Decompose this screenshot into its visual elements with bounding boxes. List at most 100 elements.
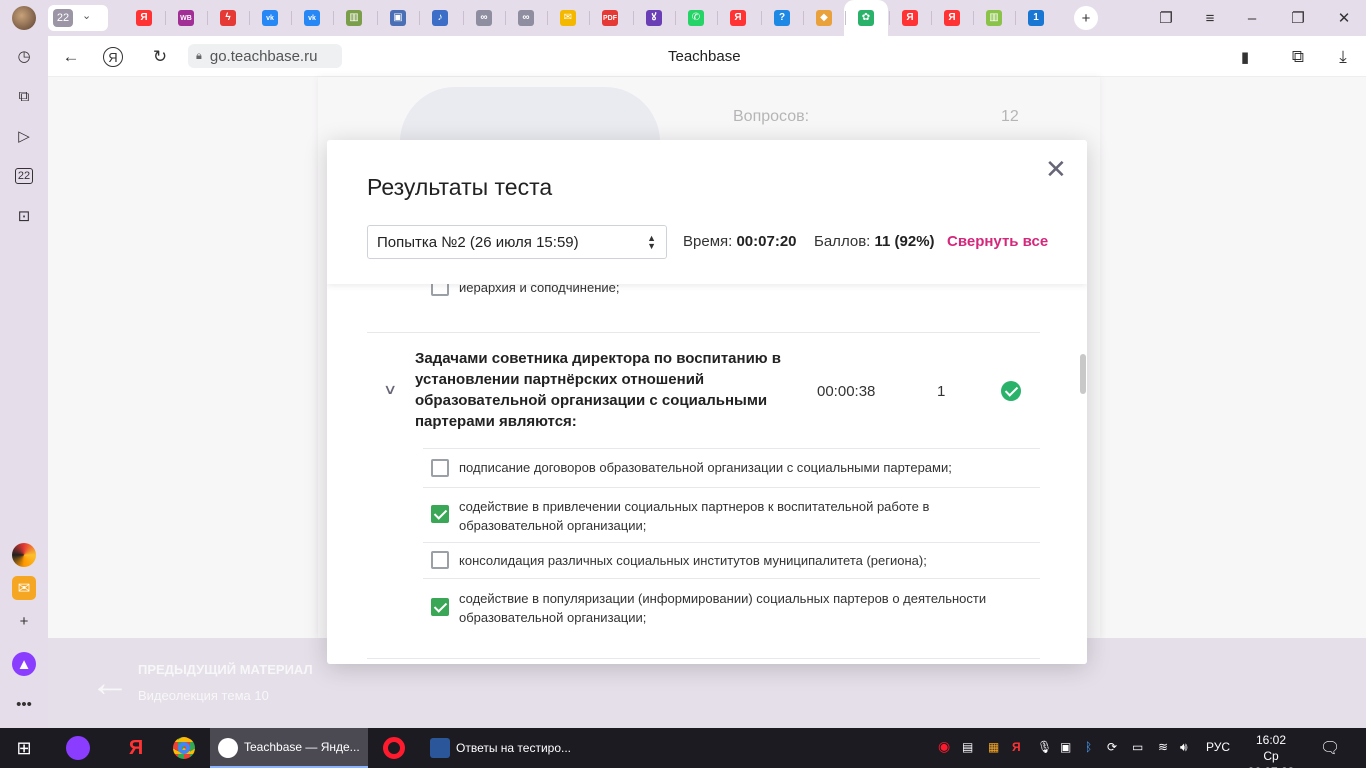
collections-icon: ⧉ <box>18 87 30 105</box>
browser-tab[interactable]: Я <box>130 4 158 32</box>
start-button[interactable]: ⊞ <box>12 728 36 768</box>
app-tray-icon[interactable]: ▦ <box>988 740 999 754</box>
collections-button[interactable]: ⧉ <box>12 84 36 108</box>
yandex-tray-icon[interactable]: Я <box>1012 740 1021 754</box>
bluetooth-icon[interactable]: ᛒ <box>1085 740 1092 754</box>
yandex-icon: Я <box>730 10 746 26</box>
browser-tab[interactable]: Я <box>724 4 752 32</box>
attempt-select[interactable]: Попытка №2 (26 июля 15:59) ▲ ▼ <box>367 225 667 259</box>
profile-avatar[interactable] <box>12 6 36 30</box>
teachbase-icon: ✿ <box>858 10 874 26</box>
screenshot-button[interactable]: ⊡ <box>12 204 36 228</box>
browser-tab[interactable]: ? <box>768 4 796 32</box>
more-button[interactable]: ••• <box>12 692 36 716</box>
browser-tab[interactable]: ◆ <box>810 4 838 32</box>
alice-taskbar-button[interactable] <box>64 728 92 768</box>
browser-tab[interactable]: ∞ <box>512 4 540 32</box>
scrollbar-thumb[interactable] <box>1080 354 1086 394</box>
browser-tab[interactable]: ✆ <box>682 4 710 32</box>
browser-tab[interactable]: ▥ <box>980 4 1008 32</box>
question-text: Задачами советника директора по воспитан… <box>415 350 781 430</box>
browser-tab[interactable]: ✉ <box>554 4 582 32</box>
clock[interactable]: 16:02 Ср 26.07.23 <box>1240 732 1302 768</box>
task-label: Teachbase — Янде... <box>244 740 360 754</box>
chrome-taskbar-button[interactable] <box>170 728 198 768</box>
browser-sidebar: ◷ ⧉ ▷ 22 ⊡ ✉ + ▲ ••• <box>0 36 48 728</box>
volume-icon[interactable]: 🔊︎ <box>1180 740 1188 755</box>
tab-group[interactable]: 22 ⌄ <box>48 5 108 31</box>
more-icon: ••• <box>16 695 32 713</box>
mail-sidebar-button[interactable]: ✉ <box>12 576 36 600</box>
browser-tab[interactable]: PDF <box>596 4 624 32</box>
yandex-home-button[interactable]: Я <box>103 47 123 67</box>
network-device-icon[interactable]: ▣ <box>1060 740 1071 754</box>
collapse-all-link[interactable]: Свернуть все <box>947 233 1048 250</box>
tab-list-button[interactable]: ❐ <box>1154 6 1178 30</box>
opera-icon <box>383 737 405 759</box>
microphone-icon[interactable]: 🎙︎ <box>1037 740 1052 754</box>
browser-tab[interactable]: ▥ <box>340 4 368 32</box>
divider <box>367 658 1040 659</box>
browser-tab[interactable]: ꙋ <box>640 4 668 32</box>
score-value: 11 (92%) <box>874 233 935 250</box>
downloads-button[interactable]: ⤓ <box>1330 44 1356 70</box>
tab-group-sidebar-button[interactable]: 22 <box>12 164 36 188</box>
add-sidebar-button[interactable]: + <box>12 609 36 633</box>
bookmark-button[interactable]: ▮ <box>1232 44 1258 70</box>
browser-tab[interactable]: vk <box>256 4 284 32</box>
close-modal-button[interactable]: ✕ <box>1045 156 1067 182</box>
modal-scrollbar[interactable] <box>1079 284 1087 664</box>
menu-button[interactable]: ≡ <box>1198 6 1222 30</box>
close-window-button[interactable]: ✕ <box>1332 6 1356 30</box>
save-icon: ▣ <box>390 10 406 26</box>
alice-button[interactable]: ▲ <box>12 652 36 676</box>
opera-taskbar-button[interactable] <box>380 728 408 768</box>
browser-tab[interactable]: ϟ <box>214 4 242 32</box>
reload-button[interactable]: ↻ <box>147 44 173 70</box>
word-icon <box>430 738 450 758</box>
back-button[interactable]: ← <box>58 44 84 70</box>
browser-tab[interactable]: WB <box>172 4 200 32</box>
browser-tab[interactable]: ✿ <box>844 0 888 36</box>
browser-tab[interactable]: 1 <box>1022 4 1050 32</box>
wifi-icon[interactable]: ≋ <box>1158 740 1168 754</box>
browser-tab[interactable]: ∞ <box>470 4 498 32</box>
yandex-taskbar-button[interactable]: Я <box>122 728 150 768</box>
video-button[interactable]: ▷ <box>12 124 36 148</box>
history-button[interactable]: ◷ <box>12 44 36 68</box>
time-label: Время: <box>683 233 733 250</box>
chevron-down-icon[interactable]: ∨ <box>383 381 397 398</box>
restore-button[interactable]: ❐ <box>1286 6 1310 30</box>
score-label: Баллов: <box>814 233 871 250</box>
fire-icon: ϟ <box>220 10 236 26</box>
yandex-icon: Я <box>136 10 152 26</box>
tab-separator <box>761 11 762 25</box>
app-tray-icon[interactable]: ▤ <box>962 740 973 754</box>
tab-separator <box>249 11 250 25</box>
notifications-icon[interactable]: 🗨︎ <box>1320 738 1340 758</box>
extensions-button[interactable]: ⧉ <box>1285 44 1311 70</box>
taskbar-task-browser[interactable]: Teachbase — Янде... <box>210 728 368 768</box>
arrow-left-icon: ← <box>62 47 80 66</box>
minimize-button[interactable]: – <box>1240 6 1264 30</box>
taskbar-task-word[interactable]: Ответы на тестиро... <box>422 728 578 768</box>
address-field[interactable]: 🔒︎ go.teachbase.ru <box>188 44 342 68</box>
app-sidebar-1[interactable] <box>12 543 36 567</box>
new-tab-button[interactable]: + <box>1074 6 1098 30</box>
browser-tab[interactable]: ♪ <box>426 4 454 32</box>
language-indicator[interactable]: РУС <box>1206 740 1230 754</box>
browser-tab[interactable]: Я <box>938 4 966 32</box>
display-icon[interactable]: ▭ <box>1132 740 1143 754</box>
alice-icon <box>66 736 90 760</box>
opera-tray-icon[interactable]: ◉ <box>938 738 950 755</box>
mail-icon: ✉ <box>560 10 576 26</box>
attempt-select-value: Попытка №2 (26 июля 15:59) <box>377 233 579 251</box>
question-score: 1 <box>937 383 946 400</box>
browser-tab[interactable]: ▣ <box>384 4 412 32</box>
whatsapp-icon: ✆ <box>688 10 704 26</box>
sync-icon[interactable]: ⟳ <box>1107 740 1117 754</box>
browser-tab[interactable]: Я <box>896 4 924 32</box>
play-icon: ▷ <box>18 128 30 145</box>
restore-icon: ❐ <box>1291 10 1305 27</box>
browser-tab[interactable]: vk <box>298 4 326 32</box>
